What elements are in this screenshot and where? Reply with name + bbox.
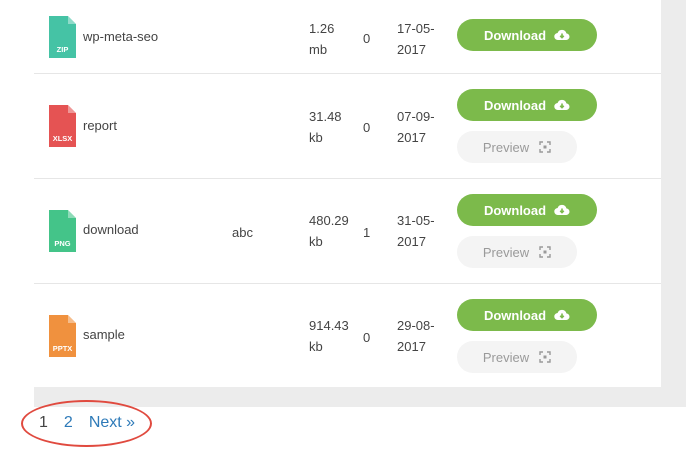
file-name[interactable]: report [83, 118, 117, 133]
preview-icon [539, 351, 551, 363]
cloud-download-icon [554, 29, 570, 41]
preview-icon [539, 141, 551, 153]
file-size-value: 1.26 [309, 21, 335, 36]
file-name[interactable]: wp-meta-seo [83, 29, 158, 44]
cloud-download-icon [554, 309, 570, 321]
file-size-value: 914.43 [309, 318, 349, 333]
file-date-year: 2017 [397, 234, 426, 249]
file-hits: 1 [363, 225, 371, 240]
file-name[interactable]: download [83, 222, 139, 237]
zip-file-icon: ZIP [49, 16, 76, 58]
download-button-label: Download [483, 307, 547, 323]
file-type-label: PNG [54, 239, 70, 248]
preview-icon [539, 246, 551, 258]
file-size: 914.43 kb [309, 315, 357, 357]
file-description: abc [232, 225, 253, 240]
file-size-value: 480.29 [309, 213, 349, 228]
download-button[interactable]: Download [457, 89, 597, 121]
file-type-label: ZIP [57, 45, 69, 54]
download-button-label: Download [483, 97, 547, 113]
xlsx-file-icon: XLSX [49, 105, 76, 147]
preview-button-label: Preview [482, 244, 530, 260]
red-circle-annotation [21, 400, 152, 447]
file-size: 1.26 mb [309, 18, 357, 60]
download-button-label: Download [483, 202, 547, 218]
cloud-download-icon [554, 204, 570, 216]
file-date: 29-08- 2017 [397, 315, 447, 357]
cloud-download-icon [554, 99, 570, 111]
file-size: 31.48 kb [309, 106, 357, 148]
file-date: 31-05- 2017 [397, 210, 447, 252]
preview-button[interactable]: Preview [457, 131, 577, 163]
file-hits: 0 [363, 31, 371, 46]
preview-button-label: Preview [482, 349, 530, 365]
file-size: 480.29 kb [309, 210, 357, 252]
file-size-unit: mb [309, 42, 328, 57]
table-row: PNG download abc 480.29 kb 1 31-05- 2017… [34, 178, 661, 284]
file-hits: 0 [363, 120, 371, 135]
file-type-label: PPTX [53, 344, 73, 353]
file-date-year: 2017 [397, 130, 426, 145]
download-button[interactable]: Download [457, 194, 597, 226]
preview-button[interactable]: Preview [457, 236, 577, 268]
download-button[interactable]: Download [457, 299, 597, 331]
preview-button-label: Preview [482, 139, 530, 155]
file-date-day: 07-09- [397, 109, 435, 124]
file-size-value: 31.48 [309, 109, 342, 124]
preview-button[interactable]: Preview [457, 341, 577, 373]
png-file-icon: PNG [49, 210, 76, 252]
file-size-unit: kb [309, 234, 323, 249]
file-date-year: 2017 [397, 42, 426, 57]
pptx-file-icon: PPTX [49, 315, 76, 357]
files-table: ZIP wp-meta-seo 1.26 mb 0 17-05- 2017 Do… [34, 0, 661, 387]
file-date-day: 31-05- [397, 213, 435, 228]
file-date-year: 2017 [397, 339, 426, 354]
file-date-day: 29-08- [397, 318, 435, 333]
table-row: ZIP wp-meta-seo 1.26 mb 0 17-05- 2017 Do… [34, 0, 661, 74]
file-hits: 0 [363, 330, 371, 345]
file-size-unit: kb [309, 130, 323, 145]
download-button-label: Download [483, 27, 547, 43]
file-date: 07-09- 2017 [397, 106, 447, 148]
file-date-day: 17-05- [397, 21, 435, 36]
table-row: XLSX report 31.48 kb 0 07-09- 2017 Downl… [34, 73, 661, 179]
file-size-unit: kb [309, 339, 323, 354]
file-date: 17-05- 2017 [397, 18, 447, 60]
download-button[interactable]: Download [457, 19, 597, 51]
file-name[interactable]: sample [83, 327, 125, 342]
table-row: PPTX sample 914.43 kb 0 29-08- 2017 Down… [34, 283, 661, 387]
file-type-label: XLSX [53, 134, 73, 143]
